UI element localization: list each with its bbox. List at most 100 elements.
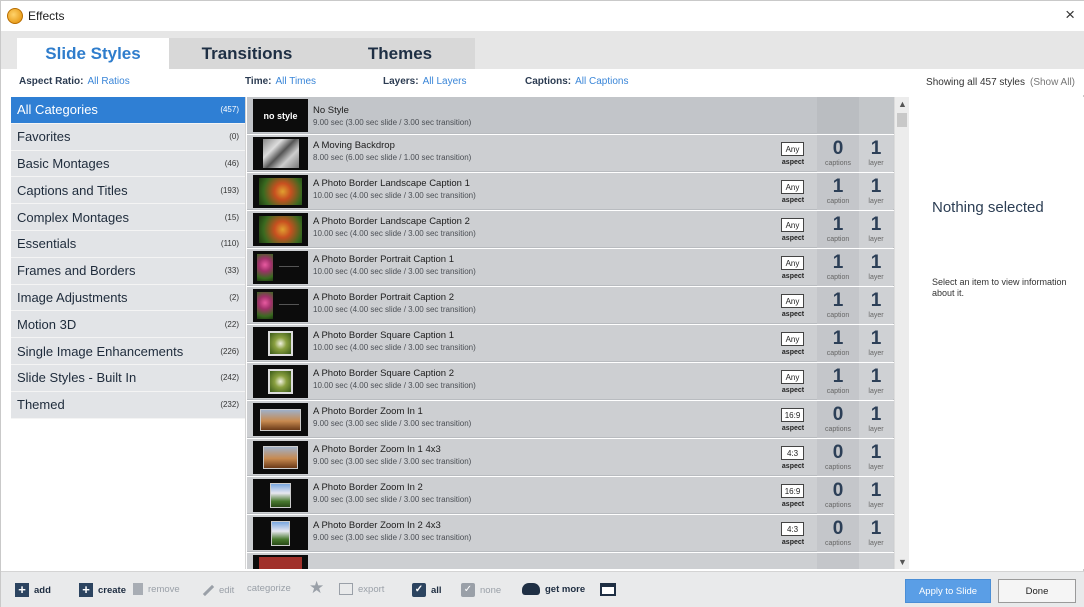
scroll-up-icon[interactable]: ▲ [898, 99, 907, 109]
captions-count: 0 [832, 518, 844, 539]
aspect-label: aspect [781, 235, 805, 242]
tab-transitions[interactable]: Transitions [169, 38, 325, 69]
style-duration: 9.00 sec (3.00 sec slide / 3.00 sec tran… [313, 533, 472, 542]
style-thumbnail [253, 365, 308, 398]
captions-column: 0 captions [817, 401, 859, 438]
style-row[interactable]: A Photo Border Portrait Caption 1 10.00 … [247, 249, 894, 286]
style-row[interactable]: A Photo Border Zoom In 2 9.00 sec (3.00 … [247, 477, 894, 514]
style-name: A Photo Border Portrait Caption 2 [313, 292, 454, 303]
layers-label: layer [868, 274, 884, 281]
category-count: (232) [220, 400, 239, 410]
captions-column: 1 caption [817, 211, 859, 248]
style-name: No Style [313, 105, 349, 116]
layers-filter-value[interactable]: All Layers [423, 76, 467, 87]
get-more-button[interactable]: get more [522, 583, 585, 595]
category-count: (0) [229, 132, 239, 142]
captions-label: caption [826, 312, 850, 319]
captions-column: 0 captions [817, 515, 859, 552]
export-button[interactable]: export [339, 583, 384, 595]
category-label: Captions and Titles [17, 182, 128, 198]
scrollbar-thumb[interactable] [897, 113, 907, 127]
category-item[interactable]: Single Image Enhancements (226) [11, 338, 245, 365]
style-row-partial[interactable] [247, 553, 894, 569]
category-item[interactable]: Captions and Titles (193) [11, 177, 245, 205]
scroll-down-icon[interactable]: ▼ [898, 557, 907, 567]
select-all-button[interactable]: ✓ all [412, 583, 442, 597]
layers-label: layer [868, 312, 884, 319]
category-label: Essentials [17, 236, 77, 252]
tab-slide-styles[interactable]: Slide Styles [17, 38, 169, 69]
select-none-button[interactable]: ✓ none [461, 583, 501, 597]
showing-count: Showing all 457 styles (Show All) [926, 77, 1075, 88]
style-row[interactable]: A Photo Border Zoom In 2 4x3 9.00 sec (3… [247, 515, 894, 552]
style-name: A Photo Border Landscape Caption 1 [313, 178, 470, 189]
category-item[interactable]: Favorites (0) [11, 123, 245, 151]
category-item[interactable]: Slide Styles - Built In (242) [11, 364, 245, 392]
add-button[interactable]: + add [15, 583, 51, 597]
category-item[interactable]: Basic Montages (46) [11, 150, 245, 178]
layers-count: 1 [870, 480, 882, 501]
star-icon: ★ [309, 578, 325, 597]
tab-themes[interactable]: Themes [325, 38, 475, 69]
layers-column: 1 layer [859, 363, 893, 400]
aspect-badge: Any [781, 256, 804, 270]
category-item[interactable]: All Categories (457) [11, 97, 245, 124]
style-row[interactable]: A Photo Border Portrait Caption 2 10.00 … [247, 287, 894, 324]
time-filter-value[interactable]: All Times [276, 76, 317, 87]
category-item[interactable]: Essentials (110) [11, 230, 245, 258]
style-duration: 9.00 sec (3.00 sec slide / 3.00 sec tran… [313, 118, 472, 127]
category-count: (110) [220, 239, 239, 249]
categorize-button[interactable]: categorize [247, 583, 291, 594]
list-scrollbar[interactable]: ▲ ▼ [894, 97, 909, 569]
layers-column: 1 layer [859, 249, 893, 286]
create-button[interactable]: + create [79, 583, 126, 597]
style-row[interactable]: A Photo Border Square Caption 1 10.00 se… [247, 325, 894, 362]
layers-label: layer [868, 502, 884, 509]
style-row[interactable]: A Moving Backdrop 8.00 sec (6.00 sec sli… [247, 135, 894, 172]
layers-label: layer [868, 198, 884, 205]
aspect-label: aspect [781, 387, 805, 394]
category-item[interactable]: Motion 3D (22) [11, 311, 245, 339]
aspect-filter-value[interactable]: All Ratios [87, 76, 129, 87]
trash-icon [133, 583, 143, 595]
category-item[interactable]: Complex Montages (15) [11, 204, 245, 231]
category-item[interactable]: Frames and Borders (33) [11, 257, 245, 285]
style-row[interactable]: A Photo Border Landscape Caption 1 10.00… [247, 173, 894, 210]
captions-label: caption [826, 198, 850, 205]
captions-column: 0 captions [817, 477, 859, 514]
layers-column [859, 97, 893, 134]
style-row[interactable]: A Photo Border Square Caption 2 10.00 se… [247, 363, 894, 400]
captions-column: 1 caption [817, 363, 859, 400]
aspect-label: aspect [781, 311, 805, 318]
layers-count: 1 [870, 252, 882, 273]
edit-button[interactable]: edit [200, 583, 234, 597]
export-label: export [358, 583, 385, 595]
style-row[interactable]: A Photo Border Zoom In 1 4x3 9.00 sec (3… [247, 439, 894, 476]
captions-count: 0 [832, 480, 844, 501]
show-all-link[interactable]: (Show All) [1030, 77, 1075, 88]
layers-count: 1 [870, 518, 882, 539]
layers-column: 1 layer [859, 173, 893, 210]
layers-column: 1 layer [859, 515, 893, 552]
categorize-label: categorize [247, 583, 291, 594]
close-icon[interactable]: × [1065, 6, 1075, 24]
category-item[interactable]: Themed (232) [11, 391, 245, 419]
apply-to-slide-button[interactable]: Apply to Slide [905, 579, 991, 603]
aspect-badge: 16:9 [781, 408, 804, 422]
layers-column: 1 layer [859, 287, 893, 324]
captions-filter-value[interactable]: All Captions [575, 76, 628, 87]
favorite-button[interactable]: ★ [309, 578, 332, 597]
layers-count: 1 [870, 138, 882, 159]
style-duration: 9.00 sec (3.00 sec slide / 3.00 sec tran… [313, 457, 472, 466]
style-thumbnail [253, 403, 308, 436]
style-duration: 10.00 sec (4.00 sec slide / 3.00 sec tra… [313, 267, 476, 276]
style-row[interactable]: A Photo Border Landscape Caption 2 10.00… [247, 211, 894, 248]
category-item[interactable]: Image Adjustments (2) [11, 284, 245, 312]
style-thumbnail [253, 175, 308, 208]
window-icon [600, 583, 616, 596]
style-row[interactable]: no style No Style 9.00 sec (3.00 sec sli… [247, 97, 894, 134]
remove-button[interactable]: remove [133, 583, 180, 595]
style-row[interactable]: A Photo Border Zoom In 1 9.00 sec (3.00 … [247, 401, 894, 438]
done-button[interactable]: Done [998, 579, 1076, 603]
preview-window-button[interactable] [600, 583, 621, 596]
